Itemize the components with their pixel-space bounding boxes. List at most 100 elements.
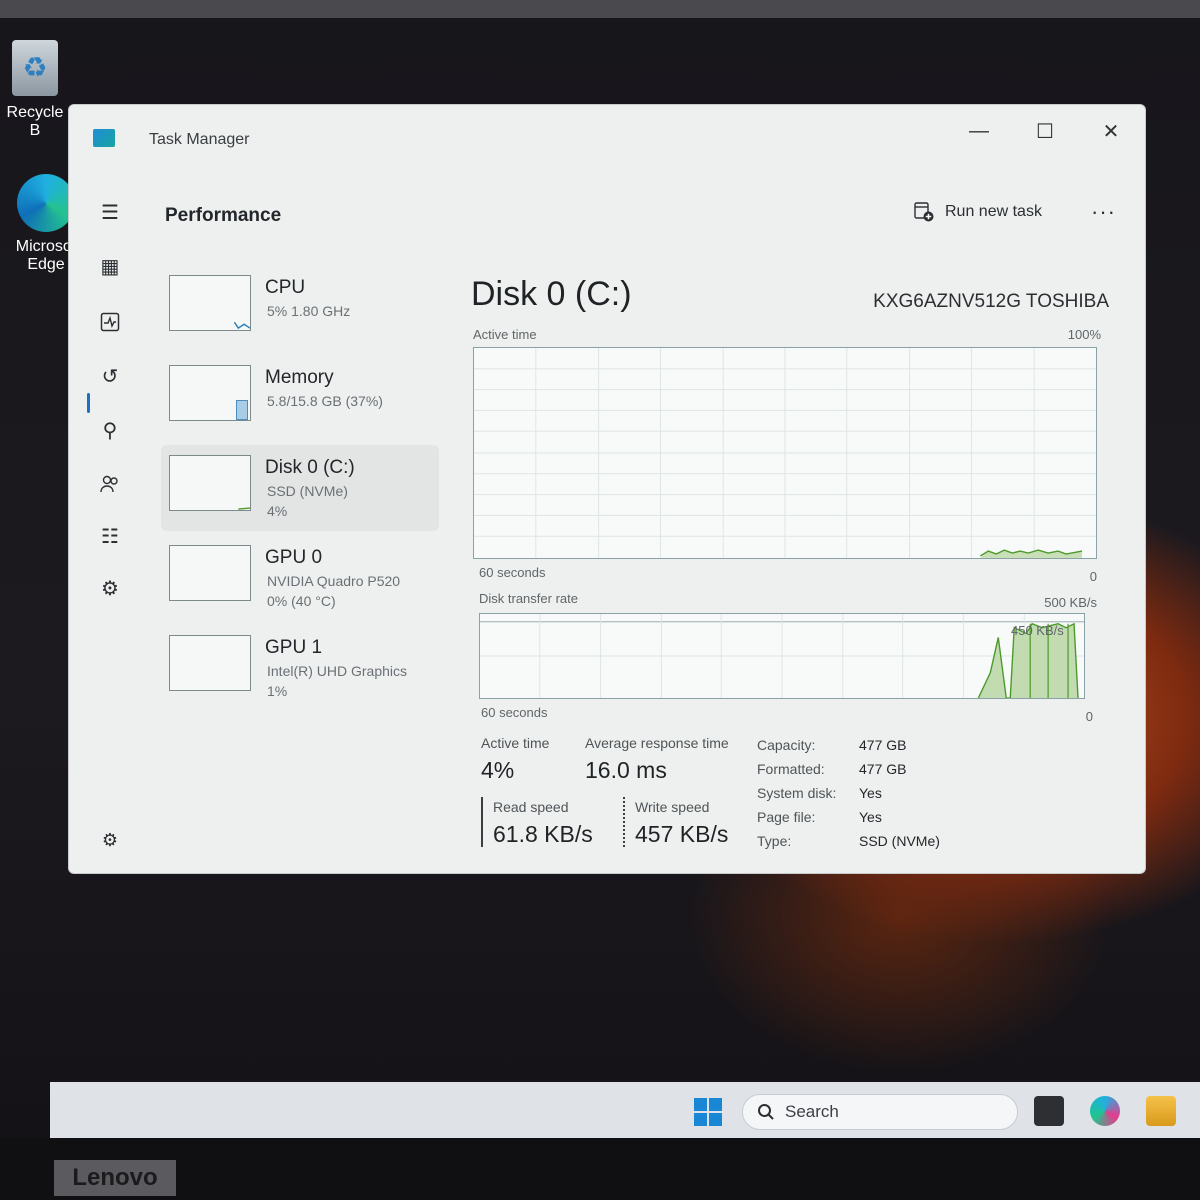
file-explorer-icon[interactable] — [1146, 1096, 1176, 1126]
transfer-rate-graph-label: Disk transfer rate — [479, 591, 578, 606]
cpu-thumbnail-graph — [169, 275, 251, 331]
close-button[interactable]: ✕ — [1089, 115, 1133, 147]
disk-model: KXG6AZNV512G TOSHIBA — [873, 291, 1109, 312]
read-speed-marker — [481, 797, 483, 847]
perf-item-cpu[interactable]: CPU 5% 1.80 GHz — [161, 265, 439, 351]
perf-item-name: Memory — [265, 367, 334, 388]
navigation-rail: ☰ ▦ ↺ ⚲ ☷ ⚙ ⚙ — [69, 185, 145, 865]
memory-thumbnail-graph — [169, 365, 251, 421]
perf-item-gpu0[interactable]: GPU 0 NVIDIA Quadro P520 0% (40 °C) — [161, 535, 439, 621]
window-title: Task Manager — [149, 131, 250, 148]
read-speed-value: 61.8 KB/s — [493, 821, 593, 847]
perf-item-name: Disk 0 (C:) — [265, 457, 355, 478]
type-key: Type: — [757, 833, 792, 849]
startup-apps-icon[interactable]: ⚲ — [95, 415, 125, 445]
disk-title: Disk 0 (C:) — [471, 275, 632, 313]
gpu1-thumbnail-graph — [169, 635, 251, 691]
search-icon — [758, 1104, 774, 1120]
windows-logo-tile — [709, 1113, 722, 1126]
perf-item-name: CPU — [265, 277, 306, 298]
disk-thumbnail-graph — [169, 455, 251, 511]
monitor-bezel-top — [0, 0, 1200, 20]
task-view-icon[interactable] — [1034, 1096, 1064, 1126]
monitor-bezel-bottom — [0, 1138, 1200, 1200]
formatted-value: 477 GB — [859, 761, 907, 777]
system-disk-value: Yes — [859, 785, 882, 801]
start-button[interactable] — [694, 1098, 722, 1126]
title-bar[interactable]: Task Manager — ☐ ✕ — [69, 105, 1145, 177]
perf-item-disk0[interactable]: Disk 0 (C:) SSD (NVMe) 4% — [161, 445, 439, 531]
active-time-grid — [474, 348, 1096, 558]
capacity-key: Capacity: — [757, 737, 816, 753]
services-icon[interactable]: ⚙ — [95, 573, 125, 603]
run-new-task-button[interactable]: Run new task — [913, 201, 1042, 223]
active-time-stat-label: Active time — [481, 735, 550, 751]
users-icon[interactable] — [95, 469, 125, 499]
edge-icon — [17, 174, 75, 232]
write-speed-value: 457 KB/s — [635, 821, 729, 847]
capacity-value: 477 GB — [859, 737, 907, 753]
windows-logo-tile — [709, 1098, 722, 1111]
run-task-icon — [914, 202, 934, 222]
system-disk-key: System disk: — [757, 785, 837, 801]
avg-response-stat-label: Average response time — [585, 735, 729, 751]
copilot-icon[interactable] — [1090, 1096, 1120, 1126]
details-icon[interactable]: ☷ — [95, 521, 125, 551]
formatted-key: Formatted: — [757, 761, 825, 777]
transfer-rate-graph-max: 500 KB/s — [1044, 595, 1097, 610]
perf-item-detail: 5% 1.80 GHz — [267, 303, 351, 319]
perf-item-name: GPU 1 — [265, 637, 323, 658]
page-file-value: Yes — [859, 809, 882, 825]
active-time-graph-span: 60 seconds — [479, 565, 546, 580]
taskbar: Search — [50, 1082, 1200, 1138]
perf-item-detail: NVIDIA Quadro P520 — [267, 573, 401, 589]
active-indicator — [87, 393, 90, 413]
recycle-bin-shortcut[interactable]: ♻ Recycle B — [0, 40, 70, 140]
task-manager-icon — [93, 129, 115, 147]
app-history-icon[interactable]: ↺ — [95, 361, 125, 391]
perf-item-usage: 1% — [267, 683, 288, 699]
gpu0-thumbnail-graph — [169, 545, 251, 601]
transfer-rate-graph-span: 60 seconds — [481, 705, 548, 720]
write-speed-label: Write speed — [635, 799, 710, 815]
settings-icon[interactable]: ⚙ — [95, 825, 125, 855]
recycle-bin-icon: ♻ — [12, 40, 58, 96]
hamburger-menu-icon[interactable]: ☰ — [95, 197, 125, 227]
avg-response-stat-value: 16.0 ms — [585, 757, 667, 783]
windows-logo-tile — [694, 1113, 707, 1126]
processes-icon[interactable]: ▦ — [95, 251, 125, 281]
performance-list: CPU 5% 1.80 GHz Memory 5.8/15.8 GB (37%)… — [161, 265, 439, 715]
search-placeholder: Search — [785, 1102, 839, 1121]
taskbar-search[interactable]: Search — [742, 1094, 1018, 1130]
more-options-button[interactable]: ··· — [1091, 199, 1116, 225]
perf-item-detail: SSD (NVMe) — [267, 483, 348, 499]
disk-detail-pane: Disk 0 (C:) KXG6AZNV512G TOSHIBA Active … — [469, 265, 1109, 855]
lenovo-logo: Lenovo — [54, 1160, 176, 1196]
windows-logo-tile — [694, 1098, 707, 1111]
perf-item-name: GPU 0 — [265, 547, 323, 568]
perf-item-detail: 5.8/15.8 GB (37%) — [267, 393, 383, 409]
task-manager-window: Task Manager — ☐ ✕ ☰ ▦ ↺ ⚲ ☷ ⚙ ⚙ Perform… — [68, 104, 1146, 874]
write-speed-marker — [623, 797, 625, 847]
read-speed-label: Read speed — [493, 799, 569, 815]
perf-item-usage: 0% (40 °C) — [267, 593, 336, 609]
active-time-graph-max: 100% — [1067, 327, 1101, 342]
performance-icon[interactable] — [95, 307, 125, 337]
transfer-rate-graph — [479, 613, 1085, 699]
perf-item-gpu1[interactable]: GPU 1 Intel(R) UHD Graphics 1% — [161, 625, 439, 711]
active-time-stat-value: 4% — [481, 757, 515, 783]
perf-item-memory[interactable]: Memory 5.8/15.8 GB (37%) — [161, 355, 439, 441]
recycle-bin-label: Recycle B — [6, 104, 64, 139]
transfer-rate-graph-min: 0 — [1085, 709, 1093, 724]
active-time-graph-label: Active time — [473, 327, 537, 342]
page-title: Performance — [165, 205, 282, 226]
maximize-button[interactable]: ☐ — [1023, 115, 1067, 147]
run-new-task-label: Run new task — [945, 203, 1042, 220]
perf-item-usage: 4% — [267, 503, 288, 519]
page-file-key: Page file: — [757, 809, 816, 825]
perf-item-detail: Intel(R) UHD Graphics — [267, 663, 408, 679]
transfer-rate-mid-label: 450 KB/s — [1011, 623, 1064, 638]
active-time-graph-min: 0 — [1089, 569, 1097, 584]
active-time-graph — [473, 347, 1097, 559]
minimize-button[interactable]: — — [957, 115, 1001, 147]
